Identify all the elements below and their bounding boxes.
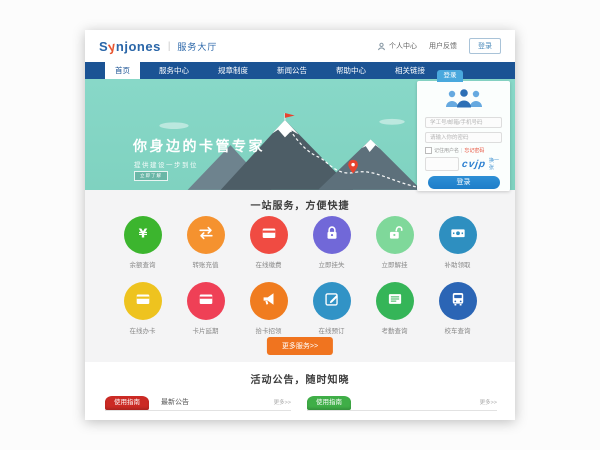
tab-usage-guide-left[interactable]: 使用指南 xyxy=(105,396,149,410)
service-item[interactable]: 立即挂失 xyxy=(300,216,363,269)
captcha-input[interactable] xyxy=(425,157,459,171)
password-input[interactable] xyxy=(425,132,502,143)
service-item[interactable]: 拾卡招领 xyxy=(237,282,300,335)
card-icon xyxy=(260,224,278,247)
service-item[interactable]: 转账充值 xyxy=(174,216,237,269)
edit-icon xyxy=(323,290,341,313)
service-label: 余额查询 xyxy=(130,259,156,269)
services-section: 一站服务，方便快捷 ¥ 余额查询 转账充值 在线缴费 立即挂失 立即解挂 补助领取在线办卡 卡… xyxy=(85,190,515,362)
site-name: 服务大厅 xyxy=(177,40,217,53)
service-item[interactable]: 立即解挂 xyxy=(363,216,426,269)
service-item[interactable]: 在线预订 xyxy=(300,282,363,335)
announcement-panels: 使用指南 最新公告 更多>> 使用指南 更多>> xyxy=(85,395,515,411)
announcements-title: 活动公告，随时知晓 xyxy=(85,362,515,386)
service-item[interactable]: ¥ 余额查询 xyxy=(111,216,174,269)
remember-divider: | xyxy=(461,148,462,154)
remember-checkbox[interactable] xyxy=(425,147,432,154)
more-link-left[interactable]: 更多>> xyxy=(274,396,291,410)
header-link[interactable]: 用户反馈 xyxy=(429,41,457,51)
nav-item[interactable]: 相关链接 xyxy=(385,62,435,79)
more-services-button[interactable]: 更多服务>> xyxy=(267,337,333,355)
login-tab[interactable]: 登录 xyxy=(437,70,463,82)
yen-icon: ¥ xyxy=(134,224,152,247)
captcha-row: cvjp 换一张 xyxy=(425,157,502,171)
captcha-refresh-link[interactable]: 换一张 xyxy=(489,157,502,171)
service-label: 考勤查询 xyxy=(382,325,408,335)
lock-icon xyxy=(323,224,341,247)
logo-text-rest: njones xyxy=(116,39,161,54)
card-icon xyxy=(197,290,215,313)
header-login-button[interactable]: 登录 xyxy=(469,38,501,54)
hero-title: 你身边的卡管专家 xyxy=(133,136,265,156)
nav-item[interactable]: 首页 xyxy=(105,62,140,79)
transfer-icon xyxy=(197,224,215,247)
service-item[interactable]: 考勤查询 xyxy=(363,282,426,335)
service-label: 补助领取 xyxy=(445,259,471,269)
hero-cta-badge[interactable]: 立即了解 xyxy=(134,171,168,181)
service-label: 转账充值 xyxy=(193,259,219,269)
login-panel: 记住用户名 | 忘记密码 cvjp 换一张 登录 xyxy=(417,81,510,191)
remember-row: 记住用户名 | 忘记密码 xyxy=(425,147,502,154)
service-label: 立即挂失 xyxy=(319,259,345,269)
login-submit-button[interactable]: 登录 xyxy=(428,176,500,189)
guide-panel-right: 使用指南 更多>> xyxy=(307,395,497,411)
hero-subtitle: 提供建设一步到位 xyxy=(134,159,198,169)
list-icon xyxy=(386,290,404,313)
service-label: 拾卡招领 xyxy=(256,325,282,335)
nav-item[interactable]: 服务中心 xyxy=(149,62,199,79)
guide-panel-left: 使用指南 最新公告 更多>> xyxy=(105,395,291,411)
service-item[interactable]: 补助领取 xyxy=(426,216,489,269)
nav-item[interactable]: 帮助中心 xyxy=(326,62,376,79)
service-item[interactable]: 在线缴费 xyxy=(237,216,300,269)
captcha-image[interactable]: cvjp xyxy=(461,159,487,170)
more-link-right[interactable]: 更多>> xyxy=(480,396,497,410)
service-label: 校车查询 xyxy=(445,325,471,335)
service-label: 在线缴费 xyxy=(256,259,282,269)
banknote-icon xyxy=(449,224,467,247)
header-link[interactable]: 个人中心 xyxy=(389,41,417,51)
nav-item[interactable]: 新闻公告 xyxy=(267,62,317,79)
svg-text:¥: ¥ xyxy=(138,225,147,240)
card-icon xyxy=(134,290,152,313)
service-label: 立即解挂 xyxy=(382,259,408,269)
header-links: 个人中心 用户反馈 xyxy=(389,41,457,51)
user-icon xyxy=(377,42,386,51)
unlock-icon xyxy=(386,224,404,247)
remember-label: 记住用户名 xyxy=(434,147,459,154)
service-label: 在线预订 xyxy=(319,325,345,335)
forgot-password-link[interactable]: 忘记密码 xyxy=(464,147,484,154)
portal-page: Synjones | 服务大厅 个人中心 用户反馈 登录 首页服务中心规章制度新闻… xyxy=(85,30,515,420)
username-input[interactable] xyxy=(425,117,502,128)
users-group-icon xyxy=(425,87,502,114)
announcements-section: 活动公告，随时知晓 使用指南 最新公告 更多>> 使用指南 更多>> xyxy=(85,362,515,420)
service-label: 卡片延期 xyxy=(193,325,219,335)
tab-usage-guide-right[interactable]: 使用指南 xyxy=(307,396,351,410)
bus-icon xyxy=(449,290,467,313)
service-item[interactable]: 卡片延期 xyxy=(174,282,237,335)
service-item[interactable]: 在线办卡 xyxy=(111,282,174,335)
services-grid: ¥ 余额查询 转账充值 在线缴费 立即挂失 立即解挂 补助领取在线办卡 卡片延期 拾卡招领 在线预… xyxy=(111,216,489,335)
site-header: Synjones | 服务大厅 个人中心 用户反馈 登录 xyxy=(85,30,515,62)
service-label: 在线办卡 xyxy=(130,325,156,335)
nav-item[interactable]: 规章制度 xyxy=(208,62,258,79)
megaphone-icon xyxy=(260,290,278,313)
logo[interactable]: Synjones xyxy=(99,39,161,54)
service-item[interactable]: 校车查询 xyxy=(426,282,489,335)
services-title: 一站服务，方便快捷 xyxy=(85,190,515,212)
tab-latest-announcements[interactable]: 最新公告 xyxy=(161,396,189,410)
logo-divider: | xyxy=(168,41,171,52)
